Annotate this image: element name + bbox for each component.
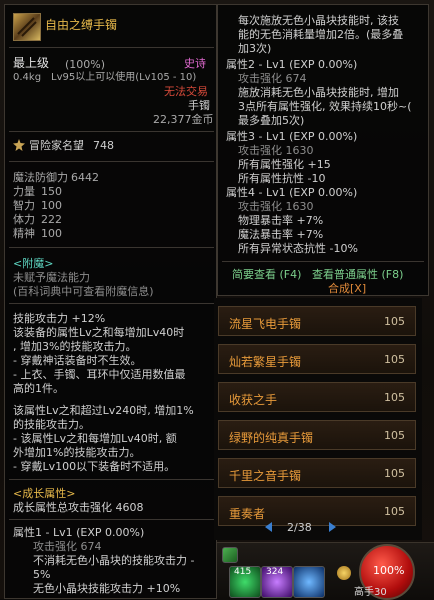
enchant-line: 未赋予魔法能力 [13, 271, 90, 284]
stat-value: 100 [41, 227, 62, 240]
quickslot-3[interactable] [293, 566, 325, 598]
attr4-line: 物理暴击率 +7% [238, 214, 324, 227]
quickslot-count: 324 [266, 567, 284, 577]
list-item-name: 收获之手 [229, 393, 278, 407]
attr4-title: 属性4 - Lv1 (EXP 0.00%) [226, 186, 358, 199]
attr4-line: 所有异常状态抗性 -10% [238, 242, 358, 255]
effect-line: 每次施放无色小晶块技能时, 该技 [238, 14, 399, 27]
list-item-level: 105 [384, 429, 405, 442]
stat-label: 力量 [13, 185, 35, 198]
attr3-line: 攻击强化 1630 [238, 144, 314, 157]
hud-bottom-label: 高手30 [354, 587, 387, 598]
attr2-line: 最多叠加5次) [238, 114, 305, 127]
next-page-icon[interactable] [326, 521, 338, 533]
prev-page-icon[interactable] [263, 521, 275, 533]
attr2-line: 施放消耗无色小晶块技能时, 增加 [238, 86, 399, 99]
sell-price: 22,377金币 [153, 113, 214, 126]
enchant-line: (百科词典中可查看附魔信息) [13, 285, 154, 298]
enchant-title: <附魔> [13, 257, 54, 270]
list-item-name: 绿野的纯真手镯 [229, 431, 314, 445]
list-item-name: 流星飞电手镯 [229, 317, 302, 331]
list-item-level: 105 [384, 505, 405, 518]
attr2-line: 3点所有属性强化, 效果持续10秒~( [238, 100, 412, 113]
quickslot-count: 415 [234, 567, 252, 577]
stat-value: 222 [41, 213, 62, 226]
skill-line: 外增加1%的技能攻击力。 [13, 446, 141, 459]
page-indicator: 2/38 [287, 521, 312, 534]
growth-total: 成长属性总攻击强化 4608 [13, 501, 144, 514]
simple-view-button[interactable]: 简要查看 (F4) [232, 268, 301, 281]
slot-type: 手镯 [188, 99, 210, 112]
attr1-line: 5% [33, 568, 51, 581]
stat-label: 精神 [13, 227, 35, 240]
quickslot-2[interactable]: 324 [261, 566, 293, 598]
list-item-name: 重奏者 [229, 507, 266, 521]
fame-value: 748 [93, 139, 114, 152]
attr2-title: 属性2 - Lv1 (EXP 0.00%) [226, 58, 358, 71]
list-item-name: 千里之音手镯 [229, 469, 302, 483]
synthesis-button[interactable]: 合成[X] [328, 282, 366, 295]
list-item-level: 105 [384, 315, 405, 328]
attr4-line: 魔法暴击率 +7% [238, 228, 324, 241]
attr1-line: 不消耗无色小晶块的技能攻击力 - [33, 554, 195, 567]
attr3-title: 属性3 - Lv1 (EXP 0.00%) [226, 130, 358, 143]
growth-title: <成长属性> [13, 487, 76, 500]
attr1-line: 无色小晶块技能攻击力 +10% [33, 582, 181, 595]
effect-line: 加3次) [238, 42, 272, 55]
list-item[interactable]: 灿若繁星手镯 105 [218, 344, 416, 374]
list-item[interactable]: 千里之音手镯 105 [218, 458, 416, 488]
fame-icon [13, 139, 25, 151]
stat-label: 魔法防御力 [13, 171, 68, 184]
skill-line: 的技能攻击力。 [13, 418, 90, 431]
skill-line: - 该属性Lv之和每增加Lv40时, 额 [13, 432, 177, 445]
attr3-line: 所有属性抗性 -10 [238, 172, 326, 185]
list-item-name: 灿若繁星手镯 [229, 355, 302, 369]
skill-line: 该装备的属性Lv之和每增加Lv40时 [13, 326, 185, 339]
skill-line: - 上衣、手镯、耳环中仅适用数值最 [13, 368, 186, 381]
stat-value: 150 [41, 185, 62, 198]
quickslot-1[interactable]: 415 [229, 566, 261, 598]
attr2-line: 攻击强化 674 [238, 72, 307, 85]
attr3-line: 所有属性强化 +15 [238, 158, 331, 171]
skill-line: , 增加3%的技能攻击力。 [13, 340, 137, 353]
normal-view-button[interactable]: 查看普通属性 (F8) [312, 268, 403, 281]
coin-icon [337, 566, 351, 580]
skill-line: - 穿戴神话装备时不生效。 [13, 354, 142, 367]
list-item[interactable]: 重奏者 105 [218, 496, 416, 526]
stat-value: 6442 [71, 171, 99, 184]
attr1-title: 属性1 - Lv1 (EXP 0.00%) [13, 526, 145, 539]
rarity-line: 最上级 [13, 56, 50, 70]
list-item[interactable]: 收获之手 105 [218, 382, 416, 412]
effect-line: 能的无色消耗量增加2倍。(最多叠 [238, 28, 404, 41]
weight-label: 0.4kg [13, 72, 42, 83]
hp-percent: 100% [373, 564, 405, 577]
item-tooltip-right: 每次施放无色小晶块技能时, 该技 能的无色消耗量增加2倍。(最多叠 加3次) 属… [217, 4, 429, 296]
list-item-level: 105 [384, 353, 405, 366]
attr1-line: 攻击强化 674 [33, 540, 102, 553]
stat-value: 100 [41, 199, 62, 212]
list-item-level: 105 [384, 467, 405, 480]
list-item[interactable]: 绿野的纯真手镯 105 [218, 420, 416, 450]
skill-line: 技能攻击力 +12% [13, 312, 106, 325]
trade-status: 无法交易 [164, 85, 208, 98]
item-tooltip-left: 自由之缚手镯 最上级 (100%) 史诗 0.4kg Lv95以上可以使用(Lv… [4, 4, 217, 599]
rarity-pct: (100%) [65, 58, 106, 71]
list-item-level: 105 [384, 391, 405, 404]
attr4-line: 攻击强化 1630 [238, 200, 314, 213]
item-icon [13, 13, 41, 41]
buff-icon[interactable] [222, 547, 238, 563]
list-item[interactable]: 流星飞电手镯 105 [218, 306, 416, 336]
required-level: Lv95以上可以使用(Lv105 - 10) [51, 72, 197, 83]
skill-line: 该属性Lv之和超过Lv240时, 增加1% [13, 404, 194, 417]
skill-line: - 穿戴Lv100以下装备时不适用。 [13, 460, 176, 473]
skill-line: 高的1件。 [13, 382, 64, 395]
stat-label: 智力 [13, 199, 35, 212]
item-name: 自由之缚手镯 [45, 18, 118, 32]
grade-label: 史诗 [184, 57, 206, 70]
stat-label: 体力 [13, 213, 35, 226]
fame-label: 冒险家名望 [29, 139, 84, 152]
